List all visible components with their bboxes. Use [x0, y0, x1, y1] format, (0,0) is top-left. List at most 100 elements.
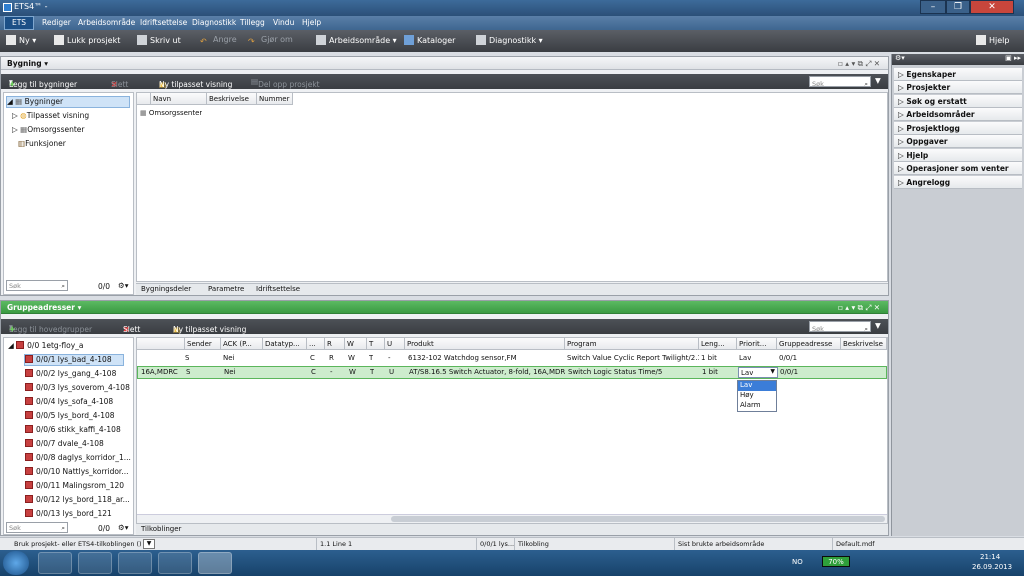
tree-item-main-group[interactable]: ◢ 0/0 1etg-floy_a: [8, 341, 84, 350]
col-name[interactable]: [137, 338, 185, 350]
tree-item-group-address[interactable]: 0/0/8 daglys_korridor_1...: [25, 453, 131, 462]
pane-item-project-log[interactable]: ▷ Prosjektlogg: [894, 122, 1022, 135]
media-player-taskbar-icon[interactable]: [118, 552, 152, 574]
chrome-taskbar-icon[interactable]: [78, 552, 112, 574]
col-t[interactable]: T: [367, 338, 385, 350]
tree-item-group-address[interactable]: 0/0/1 lys_bad_4-108: [24, 354, 124, 366]
pane-item-search-replace[interactable]: ▷ Søk og erstatt: [894, 95, 1022, 108]
col-r[interactable]: R: [325, 338, 345, 350]
minimize-button[interactable]: –: [920, 0, 946, 14]
filter-icon[interactable]: ▼: [875, 321, 881, 330]
tree-item-group-address[interactable]: 0/0/2 lys_gang_4-108: [25, 369, 116, 378]
col-priority[interactable]: Priorit...: [737, 338, 777, 350]
priority-select[interactable]: Lav ▼: [738, 367, 778, 378]
pane-item-pending-operations[interactable]: ▷ Operasjoner som venter: [894, 162, 1022, 175]
pane-item-undo-log[interactable]: ▷ Angrelogg: [894, 176, 1022, 189]
settings-icon[interactable]: ⚙▾: [118, 281, 129, 290]
building-tree-search[interactable]: Søk ⌕: [6, 280, 68, 291]
tab-tilkoblinger[interactable]: Tilkoblinger: [141, 525, 181, 533]
tree-item-buildings[interactable]: ◢ ▦ Bygninger: [6, 96, 130, 108]
col-number[interactable]: Nummer: [257, 93, 293, 105]
tree-item-functions[interactable]: ▥Funksjoner: [18, 139, 66, 148]
catalogs-button[interactable]: Kataloger: [404, 35, 455, 45]
tree-item-group-address[interactable]: 0/0/12 lys_bord_118_ar...: [25, 495, 130, 504]
start-button[interactable]: [3, 551, 29, 575]
col-sender[interactable]: Sender: [185, 338, 221, 350]
settings-icon[interactable]: ⚙▾: [118, 523, 129, 532]
split-project-button[interactable]: ▤ Del opp prosjekt: [251, 77, 320, 89]
horizontal-scrollbar[interactable]: [137, 514, 887, 523]
group-tree-search[interactable]: Søk ⌕: [6, 522, 68, 533]
col-c[interactable]: ...: [307, 338, 325, 350]
new-button[interactable]: Ny ▾: [6, 35, 36, 45]
col-u[interactable]: U: [385, 338, 405, 350]
tree-item-group-address[interactable]: 0/0/3 lys_soverom_4-108: [25, 383, 130, 392]
close-project-button[interactable]: Lukk prosjekt: [54, 35, 120, 45]
panel-window-controls[interactable]: ▫ ▴ ▾ ⧉ ⤢ ✕: [838, 59, 880, 69]
help-button[interactable]: Hjelp: [976, 35, 1009, 45]
col-program[interactable]: Program: [565, 338, 699, 350]
clock-time[interactable]: 21:14: [980, 553, 1000, 561]
priority-option-hoy[interactable]: Høy: [740, 391, 754, 399]
diagnostics-button[interactable]: Diagnostikk ▾: [476, 35, 543, 45]
priority-option-alarm[interactable]: Alarm: [740, 401, 761, 409]
table-row-selected[interactable]: 16A,MDRC S Nei C - W T U AT/S8.16.5 Swit…: [137, 366, 887, 379]
tab-bygningsdeler[interactable]: Bygningsdeler: [141, 285, 191, 293]
col-ack[interactable]: ACK (P...: [221, 338, 263, 350]
pane-item-workspaces[interactable]: ▷ Arbeidsområder: [894, 108, 1022, 121]
add-buildings-button[interactable]: ✚ Legg til bygninger ▾: [9, 77, 77, 89]
menu-arbeidsomrade[interactable]: Arbeidsområde: [78, 18, 135, 27]
undo-button[interactable]: ↶ Angre: [200, 35, 237, 47]
table-row[interactable]: S Nei C R W T - 6132-102 Watchdog sensor…: [137, 352, 887, 365]
side-pane-controls[interactable]: ▣ ▸▸: [1005, 54, 1021, 62]
tree-item-group-address[interactable]: 0/0/6 stikk_kaffi_4-108: [25, 425, 121, 434]
tree-item-group-address[interactable]: 0/0/11 Malingsrom_120: [25, 481, 124, 490]
ets4-taskbar-icon[interactable]: [198, 552, 232, 574]
menu-diagnostikk[interactable]: Diagnostikk: [192, 18, 236, 27]
col-product[interactable]: Produkt: [405, 338, 565, 350]
menu-vindu[interactable]: Vindu: [273, 18, 294, 27]
side-pane-toolbar[interactable]: ⚙▾ ▣ ▸▸: [892, 54, 1024, 65]
opera-taskbar-icon[interactable]: [158, 552, 192, 574]
tab-idriftsettelse[interactable]: Idriftsettelse: [256, 285, 300, 293]
priority-option-lav[interactable]: Lav: [738, 381, 776, 391]
col-group-address[interactable]: Gruppeadresse: [777, 338, 841, 350]
scrollbar-thumb[interactable]: [391, 516, 885, 522]
print-button[interactable]: Skriv ut: [137, 35, 181, 45]
redo-button[interactable]: ↷ Gjør om: [248, 35, 293, 47]
menu-tillegg[interactable]: Tillegg: [240, 18, 265, 27]
group-search-input[interactable]: Søk ⌕: [809, 321, 871, 333]
pane-item-help[interactable]: ▷ Hjelp: [894, 149, 1022, 162]
clock-date[interactable]: 26.09.2013: [972, 563, 1012, 571]
tree-item-custom-view[interactable]: ▷ ◍Tilpasset visning: [12, 111, 89, 120]
add-main-groups-button[interactable]: ✚ Legg til hovedgrupper ▾: [9, 322, 92, 334]
table-row[interactable]: ▦ Omsorgssenter: [140, 109, 202, 117]
col-length[interactable]: Leng...: [699, 338, 737, 350]
col-datatype[interactable]: Datatyp...: [263, 338, 307, 350]
tree-item-group-address[interactable]: 0/0/7 dvale_4-108: [25, 439, 104, 448]
tree-item-group-address[interactable]: 0/0/5 lys_bord_4-108: [25, 411, 115, 420]
filter-icon[interactable]: ▼: [875, 76, 881, 85]
panel-window-controls[interactable]: ▫ ▴ ▾ ⧉ ⤢ ✕: [838, 303, 880, 313]
language-indicator[interactable]: NO: [792, 558, 803, 566]
explorer-taskbar-icon[interactable]: [38, 552, 72, 574]
ets-menu-button[interactable]: ETS: [4, 16, 34, 30]
tree-item-group-address[interactable]: 0/0/13 lys_bord_121: [25, 509, 112, 518]
status-dropdown[interactable]: ▼: [143, 539, 155, 549]
col-w[interactable]: W: [345, 338, 367, 350]
maximize-button[interactable]: ❐: [946, 0, 970, 14]
tree-item-omsorgssenter[interactable]: ▷ ▦Omsorgssenter: [12, 125, 85, 134]
close-button[interactable]: ✕: [970, 0, 1014, 14]
pane-item-tasks[interactable]: ▷ Oppgaver: [894, 135, 1022, 148]
col-description[interactable]: Beskrivelse: [841, 338, 887, 350]
building-search-input[interactable]: Søk ⌕: [809, 76, 871, 88]
battery-indicator[interactable]: 70%: [822, 556, 850, 567]
tree-item-group-address[interactable]: 0/0/10 Nattlys_korridor...: [25, 467, 128, 476]
col-description[interactable]: Beskrivelse: [207, 93, 257, 105]
pane-item-properties[interactable]: ▷ Egenskaper: [894, 68, 1022, 81]
pane-item-projects[interactable]: ▷ Prosjekter: [894, 81, 1022, 94]
col-name[interactable]: Navn: [151, 93, 207, 105]
menu-hjelp[interactable]: Hjelp: [302, 18, 321, 27]
workspace-button[interactable]: Arbeidsområde ▾: [316, 35, 397, 45]
menu-idriftsettelse[interactable]: Idriftsettelse: [140, 18, 187, 27]
